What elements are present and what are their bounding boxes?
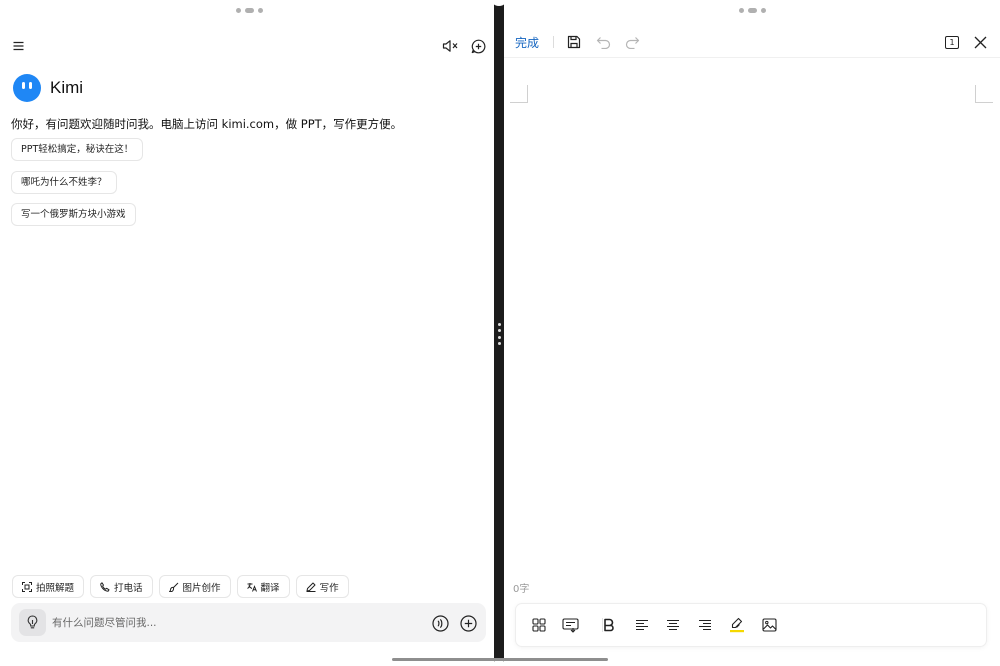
- format-toolbar: [516, 604, 986, 646]
- close-icon[interactable]: [970, 32, 990, 52]
- tool-label: 翻译: [260, 582, 280, 594]
- assistant-name: Kimi: [50, 78, 84, 97]
- align-center-icon[interactable]: [663, 615, 683, 635]
- page-count-icon[interactable]: 1: [942, 32, 962, 52]
- new-chat-icon[interactable]: [468, 36, 488, 56]
- window-drag-handle[interactable]: [739, 8, 766, 13]
- redo-icon[interactable]: [622, 32, 642, 52]
- tool-writing-button[interactable]: 写作: [295, 575, 349, 598]
- grid-apps-icon[interactable]: [529, 615, 549, 635]
- translate-icon: [246, 582, 257, 592]
- lightbulb-icon[interactable]: [19, 609, 46, 636]
- done-button[interactable]: 完成: [515, 34, 539, 51]
- page-corner-marker: [975, 85, 993, 103]
- tool-label: 打电话: [114, 582, 143, 594]
- tool-label: 拍照解题: [36, 582, 75, 594]
- menu-icon[interactable]: [9, 37, 27, 55]
- window-drag-handle[interactable]: [236, 8, 263, 13]
- suggestion-chip[interactable]: 哪吒为什么不姓李？: [11, 171, 117, 194]
- divider-handle[interactable]: [497, 323, 501, 345]
- quick-tools: 拍照解题 打电话 图片创作 翻译 写作: [12, 575, 349, 598]
- toolbar-divider: [553, 36, 554, 48]
- chat-input[interactable]: [52, 613, 412, 633]
- text-recognition-icon[interactable]: [560, 615, 580, 635]
- kimi-logo-icon: [13, 74, 41, 102]
- save-icon[interactable]: [564, 32, 584, 52]
- greeting-message: 你好，有问题欢迎随时问我。电脑上访问 kimi.com，做 PPT，写作更方便。: [11, 117, 403, 131]
- undo-icon[interactable]: [593, 32, 613, 52]
- suggestion-chip[interactable]: PPT轻松搞定，秘诀在这！: [11, 138, 144, 161]
- split-view-divider[interactable]: [490, 0, 508, 666]
- kimi-chat-pane: Kimi 你好，有问题欢迎随时问我。电脑上访问 kimi.com，做 PPT，写…: [0, 0, 494, 666]
- mute-icon[interactable]: [440, 36, 460, 56]
- tool-photo-solve-button[interactable]: 拍照解题: [12, 575, 85, 598]
- tool-label: 图片创作: [182, 582, 221, 594]
- header-divider: [504, 57, 1000, 58]
- tool-call-button[interactable]: 打电话: [90, 575, 153, 598]
- voice-call-icon[interactable]: [430, 613, 450, 633]
- tool-translate-button[interactable]: 翻译: [236, 575, 290, 598]
- tool-label: 写作: [319, 582, 339, 594]
- assistant-header: Kimi: [13, 74, 83, 102]
- add-attachment-icon[interactable]: [458, 613, 478, 633]
- phone-icon: [100, 581, 110, 592]
- align-right-icon[interactable]: [695, 615, 715, 635]
- scan-icon: [22, 581, 32, 592]
- chat-input-bar: [11, 603, 486, 642]
- note-editor-pane: 完成 1 0字: [504, 0, 1000, 666]
- insert-image-icon[interactable]: [759, 615, 779, 635]
- home-indicator[interactable]: [392, 658, 608, 661]
- brush-icon: [168, 582, 178, 592]
- page-indicator: 1: [945, 35, 959, 49]
- tool-image-create-button[interactable]: 图片创作: [158, 575, 231, 598]
- word-count: 0字: [513, 584, 530, 595]
- page-corner-marker: [510, 85, 528, 103]
- highlighter-icon[interactable]: [727, 615, 747, 635]
- pen-icon: [306, 582, 316, 592]
- suggestion-chip[interactable]: 写一个俄罗斯方块小游戏: [11, 203, 136, 226]
- bold-icon[interactable]: [599, 615, 619, 635]
- align-left-icon[interactable]: [632, 615, 652, 635]
